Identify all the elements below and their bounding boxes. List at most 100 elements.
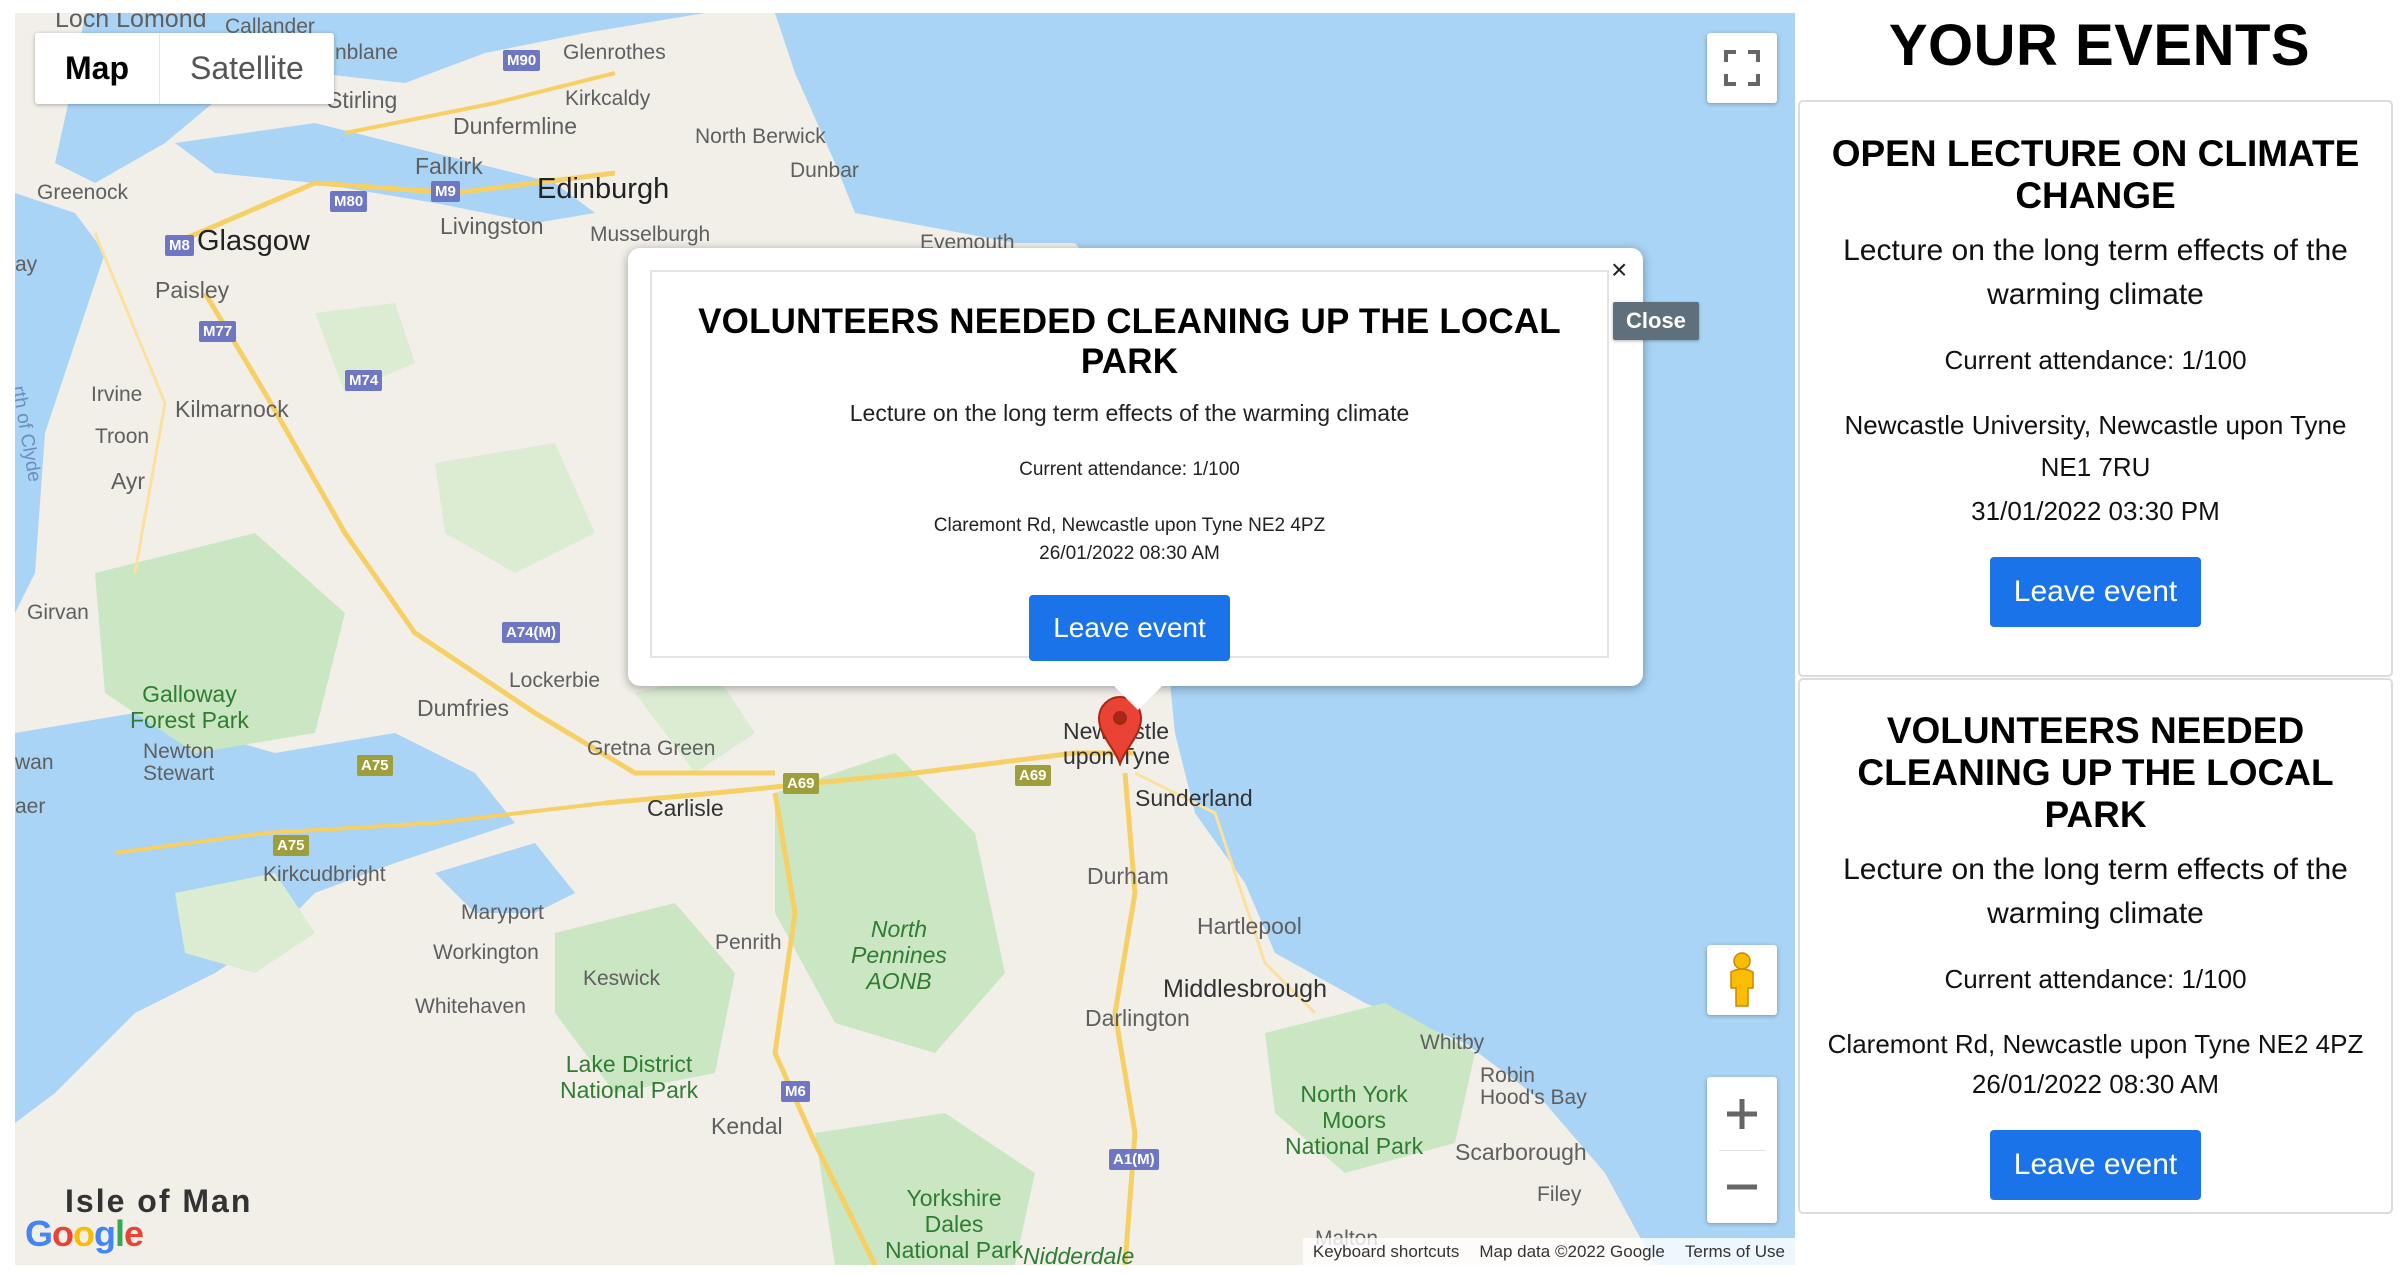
terms-of-use-link[interactable]: Terms of Use	[1675, 1242, 1795, 1262]
google-logo[interactable]: Google	[25, 1213, 144, 1255]
keyboard-shortcuts-link[interactable]: Keyboard shortcuts	[1303, 1242, 1469, 1262]
label-dunfermline: Dunfermline	[453, 113, 577, 139]
fullscreen-button[interactable]	[1707, 33, 1777, 103]
label-ayr: Ayr	[111, 468, 146, 494]
label-dunbar: Dunbar	[790, 159, 859, 182]
map[interactable]: Loch Lomond Callander nblane M90 Glenrot…	[15, 13, 1795, 1265]
label-north-york-moors: North York Moors National Park	[1285, 1081, 1424, 1159]
map-type-map-button[interactable]: Map	[35, 33, 159, 104]
event-card: OPEN LECTURE ON CLIMATE CHANGE Lecture o…	[1798, 100, 2393, 677]
label-troon: Troon	[95, 425, 150, 448]
label-hartlepool: Hartlepool	[1197, 913, 1302, 939]
event-attendance: Current attendance: 1/100	[1944, 964, 2247, 994]
label-ayr-partial: aer	[15, 795, 46, 818]
info-window-datetime: 26/01/2022 08:30 AM	[1039, 543, 1220, 564]
label-wan-partial: wan	[15, 751, 54, 774]
leave-event-button[interactable]: Leave event	[1989, 1130, 2202, 1200]
label-ay-partial: ay	[15, 253, 38, 276]
label-galloway-forest-park: Galloway Forest Park	[130, 681, 249, 733]
pegman-icon	[1730, 952, 1754, 1007]
label-sunderland: Sunderland	[1135, 785, 1253, 811]
event-title: OPEN LECTURE ON CLIMATE CHANGE	[1831, 133, 2360, 216]
shield-a74m: A74(M)	[502, 622, 561, 643]
shield-a75-2: A75	[273, 835, 309, 856]
info-window-title: VOLUNTEERS NEEDED CLEANING UP THE LOCAL …	[698, 302, 1561, 381]
shield-a1m: A1(M)	[1109, 1149, 1159, 1170]
event-address: Newcastle University, Newcastle upon Tyn…	[1844, 410, 2347, 482]
event-datetime: 26/01/2022 08:30 AM	[1971, 1069, 2220, 1099]
label-kendal: Kendal	[711, 1113, 783, 1139]
zoom-in-button[interactable]	[1707, 1078, 1777, 1150]
info-window-attendance: Current attendance: 1/100	[1019, 459, 1240, 480]
label-north-berwick: North Berwick	[695, 125, 826, 148]
label-dumfries: Dumfries	[417, 695, 510, 721]
label-stirling: Stirling	[327, 87, 398, 113]
label-irvine: Irvine	[91, 383, 143, 406]
label-north-pennines: North Pennines AONB	[851, 916, 947, 994]
label-falkirk: Falkirk	[415, 153, 483, 179]
close-icon[interactable]: ×	[1611, 256, 1627, 284]
label-darlington: Darlington	[1085, 1005, 1190, 1031]
event-card: VOLUNTEERS NEEDED CLEANING UP THE LOCAL …	[1798, 678, 2393, 1214]
label-whitby: Whitby	[1420, 1031, 1485, 1054]
shield-m9: M9	[431, 181, 460, 202]
label-dunblane: nblane	[335, 41, 399, 64]
label-edinburgh: Edinburgh	[537, 173, 670, 205]
close-tooltip: Close	[1613, 302, 1699, 340]
label-lockerbie: Lockerbie	[509, 669, 601, 692]
label-keswick: Keswick	[583, 967, 661, 990]
zoom-control	[1707, 1077, 1777, 1223]
label-robin-hoods-bay: Robin Hood's Bay	[1480, 1064, 1587, 1109]
shield-m80: M80	[330, 191, 368, 212]
label-lake-district: Lake District National Park	[560, 1051, 699, 1103]
event-attendance: Current attendance: 1/100	[1944, 345, 2247, 375]
label-girvan: Girvan	[27, 601, 89, 624]
label-gretna-green: Gretna Green	[587, 737, 716, 760]
label-greenock: Greenock	[37, 181, 129, 204]
sidebar-title: YOUR EVENTS	[1888, 13, 2311, 78]
map-data-text: Map data ©2022 Google	[1479, 1241, 1665, 1261]
label-carlisle: Carlisle	[647, 795, 724, 821]
shield-m6: M6	[781, 1081, 810, 1102]
label-glasgow: Glasgow	[197, 225, 310, 257]
label-middlesbrough: Middlesbrough	[1163, 975, 1327, 1003]
shield-m90: M90	[503, 50, 541, 71]
info-window-leave-button[interactable]: Leave event	[1029, 595, 1230, 661]
label-maryport: Maryport	[461, 901, 544, 924]
label-glenrothes: Glenrothes	[563, 41, 666, 64]
label-whitehaven: Whitehaven	[415, 995, 526, 1018]
info-window-content: VOLUNTEERS NEEDED CLEANING UP THE LOCAL …	[650, 270, 1609, 661]
event-title: VOLUNTEERS NEEDED CLEANING UP THE LOCAL …	[1857, 710, 2334, 835]
event-datetime: 31/01/2022 03:30 PM	[1971, 496, 2220, 526]
map-attribution: Keyboard shortcuts Map data ©2022 Google…	[1302, 1238, 1795, 1265]
shield-a75-1: A75	[357, 755, 393, 776]
map-type-satellite-button[interactable]: Satellite	[159, 33, 334, 104]
info-window-address: Claremont Rd, Newcastle upon Tyne NE2 4P…	[933, 515, 1326, 536]
label-workington: Workington	[433, 941, 539, 964]
label-kilmarnock: Kilmarnock	[175, 396, 289, 422]
label-scarborough: Scarborough	[1455, 1139, 1587, 1165]
event-address: Claremont Rd, Newcastle upon Tyne NE2 4P…	[1827, 1029, 2364, 1059]
label-loch-lomond: Loch Lomond	[55, 13, 207, 33]
label-paisley: Paisley	[155, 277, 230, 303]
shield-m74: M74	[345, 370, 383, 391]
label-kirkcaldy: Kirkcaldy	[565, 87, 651, 110]
street-view-pegman-button[interactable]	[1707, 945, 1777, 1015]
info-window-description: Lecture on the long term effects of the …	[849, 400, 1410, 426]
label-kirkcudbright: Kirkcudbright	[263, 863, 386, 886]
plus-icon	[1727, 1098, 1757, 1129]
label-filey: Filey	[1537, 1183, 1582, 1206]
zoom-out-button[interactable]	[1707, 1151, 1777, 1223]
event-description: Lecture on the long term effects of the …	[1843, 853, 2348, 930]
leave-event-button[interactable]: Leave event	[1989, 557, 2202, 627]
event-description: Lecture on the long term effects of the …	[1843, 234, 2348, 311]
label-nidderdale: Nidderdale	[1023, 1243, 1135, 1265]
events-sidebar: YOUR EVENTS OPEN LECTURE ON CLIMATE CHAN…	[1795, 0, 2404, 1274]
label-penrith: Penrith	[715, 931, 782, 954]
info-window: VOLUNTEERS NEEDED CLEANING UP THE LOCAL …	[628, 248, 1643, 710]
fullscreen-icon	[1724, 50, 1760, 86]
map-type-control: Map Satellite	[35, 33, 334, 104]
label-musselburgh: Musselburgh	[590, 223, 711, 246]
shield-m8: M8	[165, 235, 194, 256]
label-newton-stewart: Newton Stewart	[143, 740, 215, 785]
